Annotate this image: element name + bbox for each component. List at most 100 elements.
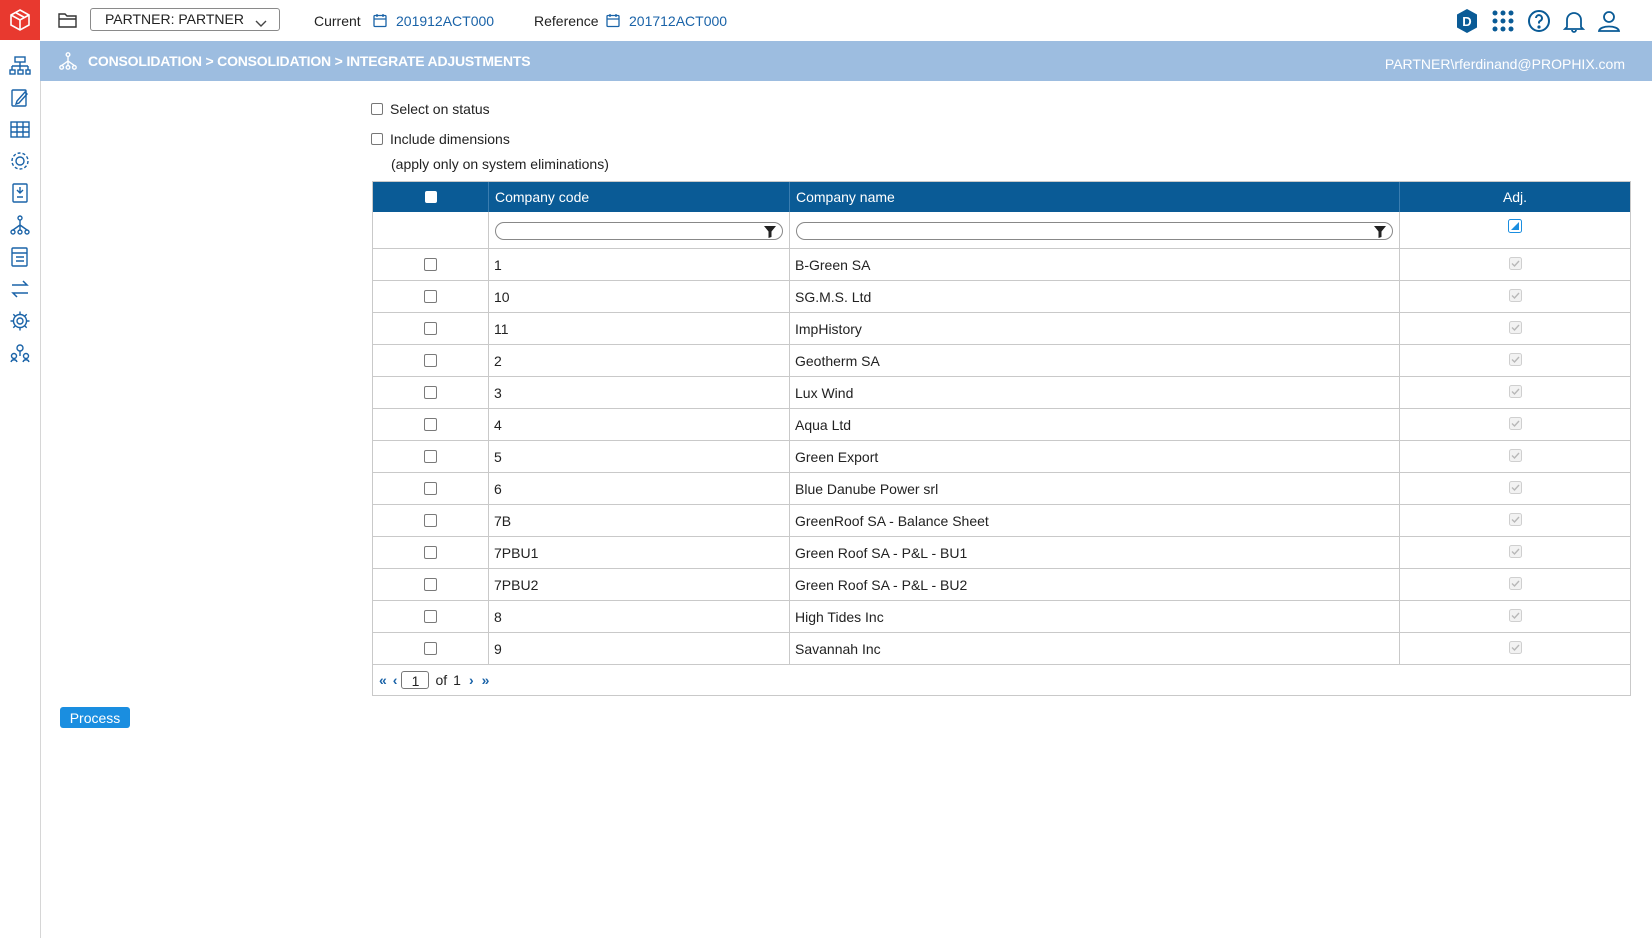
table-row[interactable]: 5 Green Export bbox=[373, 441, 1630, 473]
settings-gear-icon[interactable] bbox=[8, 309, 32, 333]
include-dimensions-label: Include dimensions bbox=[390, 131, 510, 147]
company-code-cell: 7PBU2 bbox=[489, 569, 790, 600]
notifications-bell-icon[interactable] bbox=[1561, 8, 1587, 34]
adj-check-icon[interactable] bbox=[1508, 320, 1522, 337]
include-dimensions-option[interactable]: Include dimensions bbox=[371, 131, 510, 147]
row-select-cell bbox=[373, 441, 489, 472]
journal-icon[interactable] bbox=[8, 245, 32, 269]
breadcrumb: CONSOLIDATION > CONSOLIDATION > INTEGRAT… bbox=[88, 53, 531, 69]
company-name-cell: SG.M.S. Ltd bbox=[790, 281, 1400, 312]
transfer-arrows-icon[interactable] bbox=[8, 277, 32, 301]
company-code-cell: 7PBU1 bbox=[489, 537, 790, 568]
company-name-cell: Green Roof SA - P&L - BU1 bbox=[790, 537, 1400, 568]
folder-icon[interactable] bbox=[58, 11, 78, 29]
edit-document-icon[interactable] bbox=[8, 86, 32, 110]
consolidation-tree-icon[interactable] bbox=[8, 213, 32, 237]
select-on-status-checkbox[interactable] bbox=[371, 103, 383, 115]
page-number-input[interactable]: 1 bbox=[401, 671, 430, 689]
process-gear-icon[interactable] bbox=[8, 149, 32, 173]
row-select-cell bbox=[373, 345, 489, 376]
row-checkbox[interactable] bbox=[424, 418, 437, 431]
partner-select[interactable]: PARTNER: PARTNER bbox=[90, 8, 280, 31]
apps-grid-icon[interactable] bbox=[1490, 8, 1516, 34]
calendar-icon[interactable] bbox=[373, 13, 387, 28]
adj-check-icon[interactable] bbox=[1508, 384, 1522, 401]
table-row[interactable]: 4 Aqua Ltd bbox=[373, 409, 1630, 441]
table-row[interactable]: 11 ImpHistory bbox=[373, 313, 1630, 345]
current-period-link[interactable]: 201912ACT000 bbox=[396, 13, 494, 29]
column-header-company-code[interactable]: Company code bbox=[489, 182, 790, 212]
calendar-icon[interactable] bbox=[606, 13, 620, 28]
prophix-logo-icon[interactable] bbox=[0, 0, 40, 40]
adj-check-icon[interactable] bbox=[1508, 256, 1522, 273]
left-sidebar bbox=[0, 0, 41, 938]
include-dimensions-checkbox[interactable] bbox=[371, 133, 383, 145]
row-checkbox[interactable] bbox=[424, 322, 437, 335]
adj-check-icon[interactable] bbox=[1508, 640, 1522, 657]
grid-building-icon[interactable] bbox=[8, 117, 32, 141]
first-page-icon[interactable]: « bbox=[379, 672, 387, 688]
select-on-status-option[interactable]: Select on status bbox=[371, 101, 490, 117]
company-code-cell: 11 bbox=[489, 313, 790, 344]
table-row[interactable]: 8 High Tides Inc bbox=[373, 601, 1630, 633]
table-row[interactable]: 7PBU2 Green Roof SA - P&L - BU2 bbox=[373, 569, 1630, 601]
company-name-cell: Green Export bbox=[790, 441, 1400, 472]
process-button[interactable]: Process bbox=[60, 707, 130, 728]
column-header-company-name[interactable]: Company name bbox=[790, 182, 1400, 212]
adj-check-icon[interactable] bbox=[1508, 416, 1522, 433]
row-checkbox[interactable] bbox=[424, 546, 437, 559]
row-checkbox[interactable] bbox=[424, 450, 437, 463]
user-badge-icon[interactable]: D bbox=[1454, 8, 1480, 34]
adj-check-icon[interactable] bbox=[1508, 480, 1522, 497]
chevron-down-icon bbox=[255, 15, 267, 31]
user-profile-icon[interactable] bbox=[1596, 8, 1622, 34]
row-checkbox[interactable] bbox=[424, 482, 437, 495]
table-row[interactable]: 6 Blue Danube Power srl bbox=[373, 473, 1630, 505]
users-group-icon[interactable] bbox=[8, 341, 32, 365]
last-page-icon[interactable]: » bbox=[482, 672, 490, 688]
filter-funnel-icon[interactable] bbox=[764, 225, 776, 241]
company-name-cell: Green Roof SA - P&L - BU2 bbox=[790, 569, 1400, 600]
adj-check-icon[interactable] bbox=[1508, 608, 1522, 625]
adj-cell bbox=[1400, 249, 1630, 280]
column-header-adj[interactable]: Adj. bbox=[1400, 182, 1630, 212]
table-row[interactable]: 1 B-Green SA bbox=[373, 249, 1630, 281]
table-row[interactable]: 9 Savannah Inc bbox=[373, 633, 1630, 665]
table-row[interactable]: 2 Geotherm SA bbox=[373, 345, 1630, 377]
adj-select-all-icon[interactable] bbox=[1508, 219, 1522, 233]
select-on-status-label: Select on status bbox=[390, 101, 490, 117]
row-checkbox[interactable] bbox=[424, 578, 437, 591]
adj-check-icon[interactable] bbox=[1508, 448, 1522, 465]
adj-cell bbox=[1400, 505, 1630, 536]
next-page-icon[interactable]: › bbox=[469, 672, 474, 688]
row-checkbox[interactable] bbox=[424, 642, 437, 655]
row-checkbox[interactable] bbox=[424, 258, 437, 271]
adj-cell bbox=[1400, 345, 1630, 376]
row-checkbox[interactable] bbox=[424, 386, 437, 399]
structure-icon[interactable] bbox=[8, 54, 32, 78]
company-code-filter-input[interactable] bbox=[495, 222, 783, 240]
row-select-cell bbox=[373, 313, 489, 344]
filter-funnel-icon[interactable] bbox=[1374, 225, 1386, 241]
table-row[interactable]: 7B GreenRoof SA - Balance Sheet bbox=[373, 505, 1630, 537]
table-row[interactable]: 3 Lux Wind bbox=[373, 377, 1630, 409]
report-icon[interactable] bbox=[8, 181, 32, 205]
adj-check-icon[interactable] bbox=[1508, 352, 1522, 369]
table-row[interactable]: 7PBU1 Green Roof SA - P&L - BU1 bbox=[373, 537, 1630, 569]
row-checkbox[interactable] bbox=[424, 610, 437, 623]
row-checkbox[interactable] bbox=[424, 514, 437, 527]
select-all-checkbox[interactable] bbox=[424, 191, 437, 203]
adj-check-icon[interactable] bbox=[1508, 512, 1522, 529]
company-name-cell: Savannah Inc bbox=[790, 633, 1400, 664]
adj-check-icon[interactable] bbox=[1508, 576, 1522, 593]
prev-page-icon[interactable]: ‹ bbox=[393, 672, 398, 688]
help-icon[interactable] bbox=[1526, 8, 1552, 34]
company-name-filter-input[interactable] bbox=[796, 222, 1393, 240]
row-checkbox[interactable] bbox=[424, 290, 437, 303]
adj-check-icon[interactable] bbox=[1508, 544, 1522, 561]
include-dimensions-note: (apply only on system eliminations) bbox=[391, 156, 609, 172]
adj-check-icon[interactable] bbox=[1508, 288, 1522, 305]
table-row[interactable]: 10 SG.M.S. Ltd bbox=[373, 281, 1630, 313]
reference-period-link[interactable]: 201712ACT000 bbox=[629, 13, 727, 29]
row-checkbox[interactable] bbox=[424, 354, 437, 367]
